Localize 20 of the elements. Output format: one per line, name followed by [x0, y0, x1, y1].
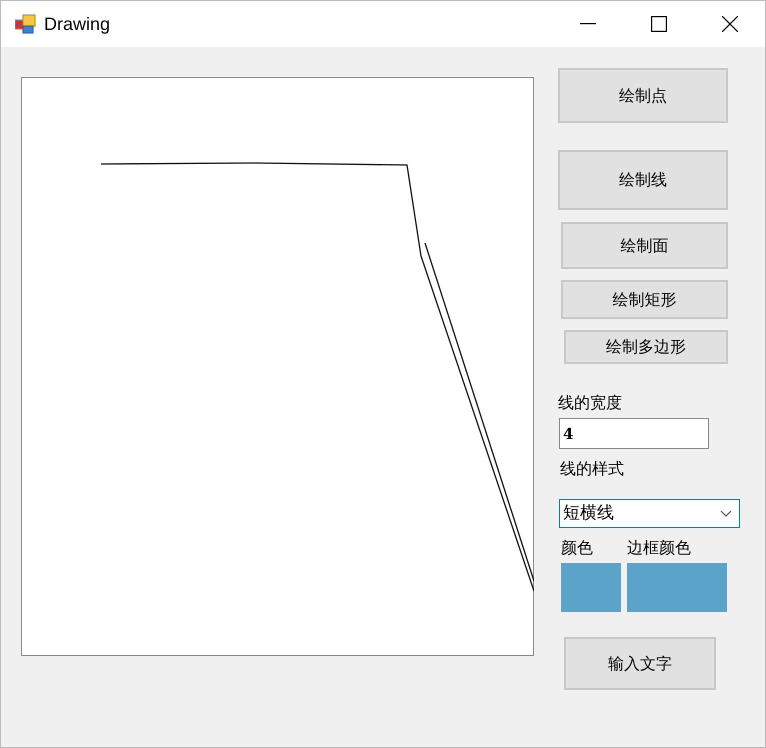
maximize-icon[interactable]	[651, 16, 667, 32]
color-label: 颜色	[561, 538, 594, 558]
input-text-button[interactable]: 输入文字	[564, 637, 716, 690]
app-icon	[15, 14, 37, 34]
draw-button[interactable]: 绘制多边形	[564, 330, 728, 364]
window-title: Drawing	[44, 12, 110, 36]
draw-button[interactable]: 绘制点	[558, 68, 728, 123]
draw-button[interactable]: 绘制矩形	[561, 280, 728, 319]
color-label: 边框颜色	[627, 538, 692, 558]
line-width-field[interactable]: 4	[559, 418, 709, 449]
field-label: 线的宽度	[558, 393, 623, 413]
line-style-dropdown[interactable]: 短横线	[559, 499, 740, 528]
color-swatch[interactable]	[627, 563, 727, 612]
color-swatch[interactable]	[561, 563, 621, 612]
minimize-icon[interactable]	[580, 23, 596, 25]
close-icon[interactable]	[722, 16, 738, 32]
draw-button[interactable]: 绘制面	[561, 222, 728, 269]
field-label: 线的样式	[560, 459, 625, 479]
draw-button[interactable]: 绘制线	[558, 150, 728, 210]
chevron-down-icon	[720, 510, 732, 517]
